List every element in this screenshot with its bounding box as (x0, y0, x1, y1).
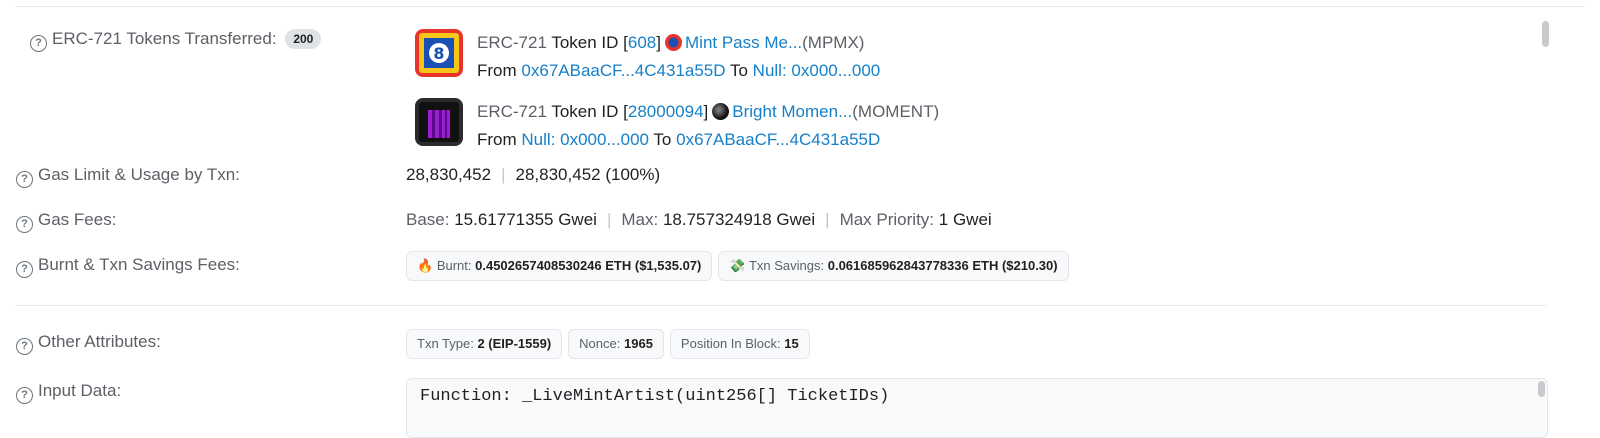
burnt-fees-label: Burnt & Txn Savings Fees: (38, 255, 240, 274)
money-wings-icon: 💸 (729, 258, 746, 273)
gas-fees-label-row: ? Gas Fees: (16, 210, 116, 233)
help-icon[interactable]: ? (16, 261, 33, 278)
position-pill: Position In Block: 15 (669, 329, 810, 359)
fire-icon: 🔥 (417, 258, 434, 273)
help-icon[interactable]: ? (16, 387, 33, 404)
svg-text:8: 8 (433, 44, 444, 63)
token-transfer-text: ERC-721 Token ID [28000094] Bright Momen.… (477, 98, 939, 154)
txn-type-label: Txn Type: (417, 336, 474, 351)
token-symbol: (MOMENT) (852, 102, 940, 121)
separator: | (606, 210, 612, 229)
token-id-close: ] (656, 33, 661, 52)
gas-limit-label-row: ? Gas Limit & Usage by Txn: (16, 165, 240, 188)
gas-fees-value: Base: 15.61771355 Gwei | Max: 18.757324918… (406, 210, 992, 230)
to-address-link[interactable]: 0x67ABaaCF...4C431a55D (676, 130, 880, 149)
burnt-label: Burnt: (436, 258, 472, 273)
savings-label: Txn Savings: (748, 258, 825, 273)
input-data-label-row: ? Input Data: (16, 381, 121, 404)
gas-limit-value: 28,830,452 | 28,830,452 (100%) (406, 165, 660, 185)
tokens-transferred-label: ERC-721 Tokens Transferred: (52, 29, 277, 48)
nonce-pill: Nonce: 1965 (568, 329, 664, 359)
bright-moments-icon[interactable] (415, 98, 463, 146)
max-fee: 18.757324918 Gwei (662, 210, 816, 229)
help-icon[interactable]: ? (16, 338, 33, 355)
to-label: To (653, 130, 672, 149)
position-label: Position In Block: (680, 336, 781, 351)
gas-limit: 28,830,452 (406, 165, 492, 184)
gas-fees-label: Gas Fees: (38, 210, 117, 229)
bright-moments-logo-icon (712, 103, 730, 120)
burnt-fees-value: 🔥 Burnt: 0.4502657408530246 ETH ($1,535.… (406, 251, 1075, 281)
nonce: 1965 (624, 336, 653, 351)
separator: | (501, 165, 506, 184)
to-label: To (729, 61, 748, 80)
token-transfer-text: ERC-721 Token ID [608] Mint Pass Me...(MP… (477, 29, 880, 85)
mint-pass-icon[interactable]: 8 (415, 29, 463, 77)
token-name-link[interactable]: Bright Momen... (732, 102, 852, 121)
tokens-count-badge: 200 (285, 29, 322, 49)
token-name-link[interactable]: Mint Pass Me... (685, 33, 802, 52)
tokens-transferred-label-row: ? ERC-721 Tokens Transferred: 200 (30, 29, 322, 52)
burnt-value: 0.4502657408530246 ETH ($1,535.07) (475, 258, 702, 273)
help-icon[interactable]: ? (30, 35, 47, 52)
gas-limit-label: Gas Limit & Usage by Txn: (38, 165, 240, 184)
txn-type-pill: Txn Type: 2 (EIP-1559) (406, 329, 563, 359)
position: 15 (784, 336, 799, 351)
token-id-label: Token ID [ (551, 102, 628, 121)
input-data-scrollbar[interactable] (1538, 381, 1545, 397)
token-panel-scrollbar[interactable] (1542, 21, 1549, 47)
from-label: From (477, 61, 517, 80)
tokens-transferred-panel: ? ERC-721 Tokens Transferred: 200 8 ERC-7… (15, 6, 1585, 158)
base-fee-label: Base: (406, 210, 450, 229)
from-address-link[interactable]: 0x67ABaaCF...4C431a55D (521, 61, 725, 80)
token-id-link[interactable]: 28000094 (628, 102, 704, 121)
token-standard: ERC-721 (477, 102, 547, 121)
mint-pass-logo-icon (665, 34, 682, 51)
token-id-close: ] (703, 102, 709, 121)
nonce-label: Nonce: (579, 336, 621, 351)
help-icon[interactable]: ? (16, 171, 33, 188)
separator: | (825, 210, 830, 229)
other-attributes-label: Other Attributes: (38, 332, 161, 351)
token-id-link[interactable]: 608 (628, 33, 656, 52)
token-standard: ERC-721 (477, 33, 547, 52)
help-icon[interactable]: ? (16, 216, 33, 233)
other-attributes-label-row: ? Other Attributes: (16, 332, 161, 355)
input-data-box[interactable]: Function: _LiveMintArtist(uint256[] Tick… (406, 378, 1548, 438)
section-divider (15, 305, 1547, 306)
max-priority-fee: 1 Gwei (938, 210, 992, 229)
base-fee: 15.61771355 Gwei (454, 210, 597, 229)
input-data-label: Input Data: (38, 381, 122, 400)
from-address-link[interactable]: Null: 0x000...000 (521, 130, 649, 149)
burnt-fees-label-row: ? Burnt & Txn Savings Fees: (16, 255, 240, 278)
gas-usage: 28,830,452 (100%) (515, 165, 661, 184)
input-function: Function: _LiveMintArtist(uint256[] Tick… (420, 387, 890, 406)
other-attributes-value: Txn Type: 2 (EIP-1559) Nonce: 1965 Positio… (406, 329, 816, 359)
savings-value: 0.061685962843778336 ETH ($210.30) (827, 258, 1058, 273)
max-priority-label: Max Priority: (839, 210, 935, 229)
to-address-link[interactable]: Null: 0x000...000 (753, 61, 881, 80)
token-symbol: (MPMX) (802, 33, 865, 52)
savings-pill: 💸 Txn Savings: 0.061685962843778336 ETH … (718, 251, 1069, 281)
from-label: From (477, 130, 517, 149)
burnt-pill: 🔥 Burnt: 0.4502657408530246 ETH ($1,535.… (406, 251, 713, 281)
max-fee-label: Max: (621, 210, 659, 229)
txn-type: 2 (EIP-1559) (477, 336, 552, 351)
token-id-label: Token ID [ (551, 33, 628, 52)
